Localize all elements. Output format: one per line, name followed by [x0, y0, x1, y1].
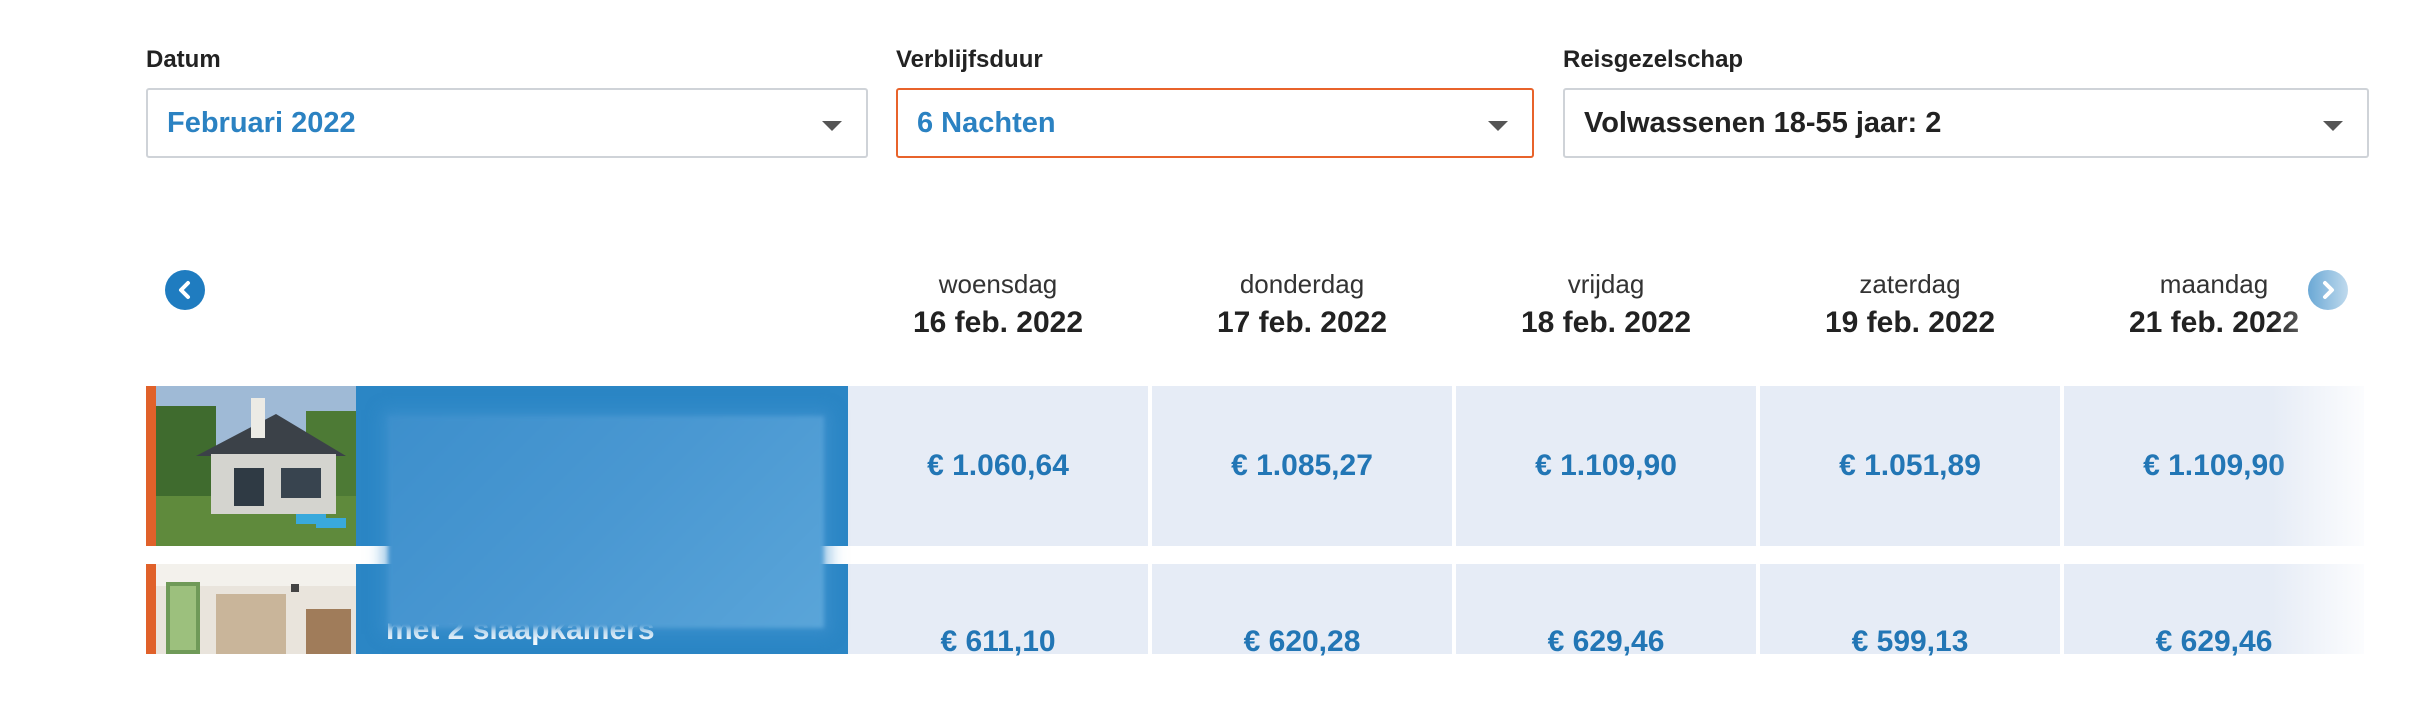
duration-label: Verblijfsduur: [896, 46, 1043, 73]
duration-select[interactable]: 6 Nachten: [896, 88, 1534, 158]
date-label: Datum: [146, 46, 221, 73]
day-date: 19 feb. 2022: [1824, 306, 1996, 339]
day-weekday: vrijdag: [1567, 269, 1645, 299]
day-header: zaterdag 19 feb. 2022: [1760, 268, 2060, 342]
price-cell[interactable]: € 629,46: [1456, 564, 1756, 658]
price-cell[interactable]: € 629,46: [2064, 564, 2364, 658]
price-cell[interactable]: € 1.109,90: [1456, 386, 1756, 546]
price-cell[interactable]: € 1.085,27: [1152, 386, 1452, 546]
duration-value: 6 Nachten: [917, 107, 1056, 139]
accommodation-photo: [156, 564, 356, 654]
day-weekday: maandag: [2159, 269, 2269, 299]
day-header: donderdag 17 feb. 2022: [1152, 268, 1452, 342]
caret-down-icon: [1488, 121, 1508, 131]
date-select[interactable]: Februari 2022: [146, 88, 868, 158]
day-weekday: zaterdag: [1859, 269, 1961, 299]
day-date: 17 feb. 2022: [1216, 306, 1388, 339]
party-value: Volwassenen 18-55 jaar: 2: [1584, 107, 1942, 139]
row-accent: [146, 386, 156, 546]
price-cell[interactable]: € 1.051,89: [1760, 386, 2060, 546]
day-date: 21 feb. 2022: [2128, 306, 2300, 339]
row-accent: [146, 564, 156, 654]
caret-down-icon: [2323, 121, 2343, 131]
accommodation-photo: [156, 386, 356, 546]
day-weekday: donderdag: [1239, 269, 1365, 299]
party-filter: Reisgezelschap Volwassenen 18-55 jaar: 2: [1563, 46, 2369, 158]
day-weekday: woensdag: [938, 269, 1058, 299]
caret-down-icon: [822, 121, 842, 131]
redacted-name-overlay: [388, 416, 824, 628]
price-cell[interactable]: € 611,10: [848, 564, 1148, 658]
price-cell[interactable]: € 620,28: [1152, 564, 1452, 658]
party-select[interactable]: Volwassenen 18-55 jaar: 2: [1563, 88, 2369, 158]
price-cell[interactable]: € 1.109,90: [2064, 386, 2364, 546]
chevron-left-icon: [179, 281, 190, 299]
day-date: 16 feb. 2022: [912, 306, 1084, 339]
prev-dates-button[interactable]: [165, 270, 205, 310]
date-value: Februari 2022: [167, 107, 356, 139]
duration-filter: Verblijfsduur 6 Nachten: [896, 46, 1534, 158]
day-header: maandag 21 feb. 2022: [2064, 268, 2364, 342]
date-filter: Datum Februari 2022: [146, 46, 868, 158]
day-header: woensdag 16 feb. 2022: [848, 268, 1148, 342]
price-cell[interactable]: € 1.060,64: [848, 386, 1148, 546]
price-cell[interactable]: € 599,13: [1760, 564, 2060, 658]
day-date: 18 feb. 2022: [1520, 306, 1692, 339]
day-header: vrijdag 18 feb. 2022: [1456, 268, 1756, 342]
party-label: Reisgezelschap: [1563, 46, 1744, 73]
